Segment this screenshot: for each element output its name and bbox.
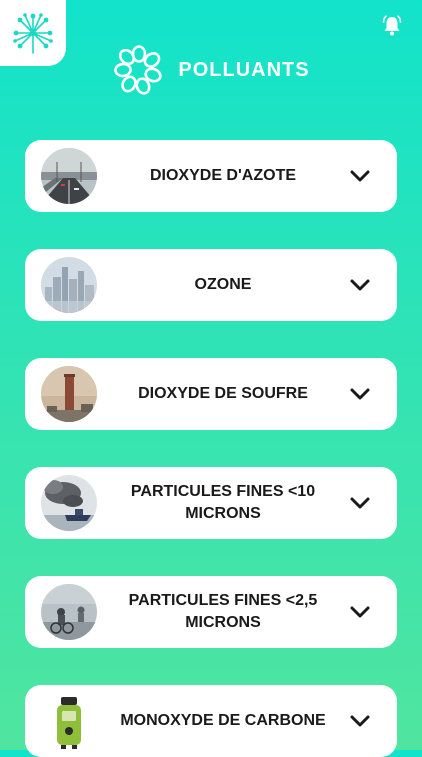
pollutant-label: DIOXYDE D'AZOTE [149, 167, 297, 184]
pollutant-label: PARTICULES FINES <2,5 MICRONS [128, 592, 318, 631]
page-title: POLLUANTS [178, 58, 310, 81]
notifications-button[interactable] [380, 14, 404, 38]
pollutant-card-so2[interactable]: DIOXYDE DE SOUFRE [25, 358, 397, 430]
pollutant-label: DIOXYDE DE SOUFRE [138, 385, 308, 402]
pollutant-label: MONOXYDE DE CARBONE [120, 712, 326, 729]
chevron-down-icon[interactable] [349, 169, 371, 183]
chevron-down-icon[interactable] [349, 278, 371, 292]
pollutant-label: OZONE [194, 276, 252, 293]
hazy-skyline-image [41, 257, 97, 313]
pollutant-card-pm25[interactable]: PARTICULES FINES <2,5 MICRONS [25, 576, 397, 648]
pollutant-thumbnail [41, 148, 97, 204]
chevron-down-icon[interactable] [349, 605, 371, 619]
pollutant-card-co[interactable]: MONOXYDE DE CARBONE [25, 685, 397, 757]
pollutant-card-pm10[interactable]: PARTICULES FINES <10 MICRONS [25, 467, 397, 539]
flower-icon [114, 45, 163, 95]
page-header: POLLUANTS [0, 44, 422, 96]
chevron-down-icon[interactable] [349, 496, 371, 510]
chevron-down-icon[interactable] [349, 387, 371, 401]
ship-smoke-image [41, 475, 97, 531]
pollutant-thumbnail [41, 257, 97, 313]
pollutant-thumbnail [41, 475, 97, 531]
pollutant-card-ozone[interactable]: OZONE [25, 249, 397, 321]
chimney-image [41, 366, 97, 422]
pollutant-thumbnail [41, 584, 97, 640]
bell-alert-icon [382, 15, 402, 36]
pollutant-label: PARTICULES FINES <10 MICRONS [130, 483, 316, 522]
pollutant-card-no2[interactable]: DIOXYDE D'AZOTE [25, 140, 397, 212]
pollutant-thumbnail [41, 693, 97, 749]
co-detector-image [41, 693, 97, 749]
pollutant-thumbnail [41, 366, 97, 422]
smog-cyclists-image [41, 584, 97, 640]
highway-smog-image [41, 148, 97, 204]
chevron-down-icon[interactable] [349, 714, 371, 728]
